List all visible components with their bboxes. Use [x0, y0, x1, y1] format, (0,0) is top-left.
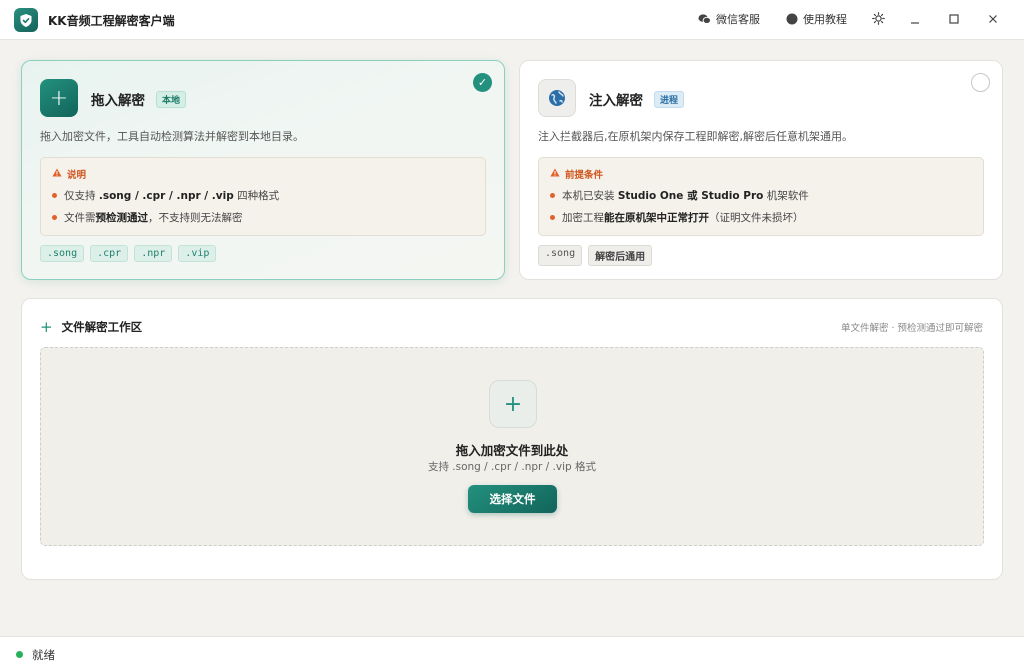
format-chip: .npr: [134, 245, 173, 262]
decrypt-workspace: + 文件解密工作区 单文件解密 · 预检测通过即可解密 + 拖入加密文件到此处 …: [21, 298, 1003, 580]
close-icon: [988, 13, 998, 28]
close-button[interactable]: [983, 10, 1003, 30]
title-bar: KK音频工程解密客户端 微信客服 使用教程: [0, 0, 1024, 40]
globe-icon: [538, 79, 576, 117]
plus-icon: +: [40, 318, 53, 336]
bullet-dot: [52, 215, 57, 220]
warning-icon: [52, 168, 62, 180]
mode-inject-title: 注入解密: [589, 93, 643, 109]
sun-icon: [871, 11, 885, 29]
dropzone-title: 拖入加密文件到此处: [455, 443, 569, 458]
bullet-dot: [550, 215, 555, 220]
minimize-button[interactable]: [905, 10, 925, 30]
note-line: 加密工程能在原机架中正常打开（证明文件未损坏）: [550, 210, 804, 225]
plus-icon: +: [40, 79, 78, 117]
format-chip: .song: [40, 245, 85, 262]
mode-inject-description: 注入拦截器后,在原机架内保存工程即解密,解密后任意机架通用。: [538, 130, 853, 143]
selected-check-icon: ✓: [473, 73, 492, 92]
mode-local-tag: 本地: [156, 91, 187, 108]
wechat-icon: [698, 13, 711, 26]
wechat-support-link[interactable]: 微信客服: [698, 11, 760, 27]
note-line: 本机已安装 Studio One 或 Studio Pro 机架软件: [550, 188, 809, 203]
app-logo-icon: [14, 8, 38, 32]
radio-unselected[interactable]: [971, 73, 990, 92]
wechat-support-label: 微信客服: [716, 13, 760, 26]
mode-inject-tag: 进程: [654, 91, 685, 108]
file-dropzone[interactable]: + 拖入加密文件到此处 支持 .song / .cpr / .npr / .vi…: [40, 347, 984, 546]
minimize-icon: [910, 13, 920, 28]
note-title: 前提条件: [550, 167, 603, 181]
mode-card-local[interactable]: + 拖入解密 本地 ✓ 拖入加密文件，工具自动检测算法并解密到本地目录。 说明 …: [21, 60, 505, 280]
upload-plus-icon: +: [489, 380, 537, 428]
bullet-dot: [52, 193, 57, 198]
tutorial-label: 使用教程: [803, 13, 847, 26]
bullet-dot: [550, 193, 555, 198]
maximize-button[interactable]: [944, 10, 964, 30]
mode-local-title: 拖入解密: [91, 93, 145, 109]
note-line: 文件需预检测通过，不支持则无法解密: [52, 210, 243, 225]
mode-local-note: 说明 仅支持 .song / .cpr / .npr / .vip 四种格式 文…: [40, 157, 486, 236]
help-circle-icon: [785, 13, 798, 26]
workspace-hint: 单文件解密 · 预检测通过即可解密: [840, 323, 983, 334]
status-bar: 就绪: [0, 636, 1024, 670]
workspace-title: + 文件解密工作区: [40, 318, 143, 336]
mode-local-description: 拖入加密文件，工具自动检测算法并解密到本地目录。: [40, 130, 304, 143]
format-chip: .vip: [178, 245, 217, 262]
format-chips: .song .cpr .npr .vip: [40, 245, 217, 262]
status-indicator-icon: [16, 651, 23, 658]
mode-inject-note: 前提条件 本机已安装 Studio One 或 Studio Pro 机架软件 …: [538, 157, 984, 236]
note-title: 说明: [52, 167, 86, 181]
theme-toggle-button[interactable]: [868, 10, 888, 30]
format-chip: .song: [538, 245, 583, 266]
tutorial-link[interactable]: 使用教程: [785, 11, 847, 27]
dropzone-subtitle: 支持 .song / .cpr / .npr / .vip 格式: [427, 461, 597, 473]
mode-card-inject[interactable]: 注入解密 进程 注入拦截器后,在原机架内保存工程即解密,解密后任意机架通用。 前…: [519, 60, 1003, 280]
select-file-button[interactable]: 选择文件: [468, 485, 557, 513]
maximize-icon: [949, 13, 959, 28]
note-line: 仅支持 .song / .cpr / .npr / .vip 四种格式: [52, 188, 279, 203]
format-chip: .cpr: [90, 245, 129, 262]
app-title: KK音频工程解密客户端: [48, 14, 175, 28]
compat-chip: 解密后通用: [588, 245, 653, 266]
warning-icon: [550, 168, 560, 180]
format-chips: .song 解密后通用: [538, 245, 653, 266]
status-text: 就绪: [32, 648, 55, 662]
